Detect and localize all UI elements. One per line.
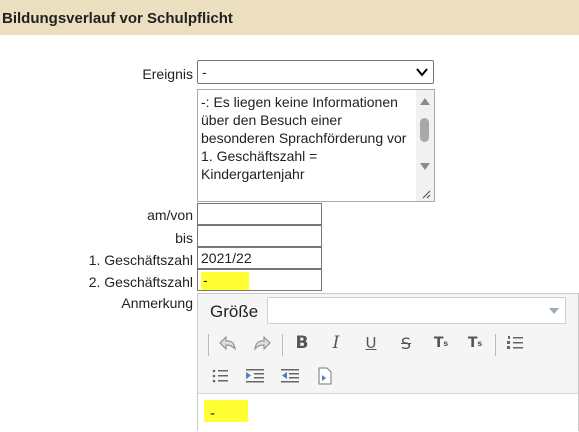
italic-icon[interactable]: I: [324, 331, 348, 355]
editor-content-area[interactable]: -: [198, 393, 578, 432]
section-header: Bildungsverlauf vor Schulpflicht: [0, 0, 579, 35]
insert-template-icon[interactable]: [313, 364, 337, 388]
toolbar-separator: [282, 334, 283, 356]
undo-icon[interactable]: [216, 331, 240, 355]
scroll-thumb[interactable]: [420, 118, 429, 142]
resize-grip-icon[interactable]: [419, 187, 431, 199]
editor-toolbar-row-1: B I U S Ts Ts: [198, 331, 578, 359]
anmerkung-label: Anmerkung: [121, 295, 193, 311]
font-size-label: Größe: [210, 302, 259, 321]
anmerkung-editor[interactable]: Größe B I U S Ts Ts -: [197, 293, 579, 432]
indent-icon[interactable]: [243, 364, 267, 388]
scroll-up-icon[interactable]: [420, 97, 430, 105]
chevron-down-icon: [416, 68, 428, 77]
bis-label: bis: [175, 230, 193, 246]
ereignis-select[interactable]: -: [197, 60, 434, 84]
underline-icon[interactable]: U: [359, 331, 383, 355]
ereignis-selected-value: -: [202, 64, 207, 80]
am-von-label: am/von: [147, 207, 193, 223]
redo-icon[interactable]: [250, 331, 274, 355]
font-size-select[interactable]: [267, 297, 566, 324]
outdent-icon[interactable]: [278, 364, 302, 388]
strikethrough-icon[interactable]: S: [394, 331, 418, 355]
description-text: -: Es liegen keine Informationen über de…: [201, 94, 407, 182]
superscript-icon[interactable]: Ts: [463, 331, 487, 355]
gz2-input[interactable]: -: [197, 269, 322, 291]
am-von-input[interactable]: [197, 203, 322, 225]
dropdown-arrow-icon: [549, 308, 559, 314]
description-scrollbar[interactable]: [416, 90, 434, 201]
gz1-label: 1. Geschäftszahl: [88, 252, 193, 268]
editor-toolbar-row-2: [198, 364, 578, 392]
ereignis-description[interactable]: -: Es liegen keine Informationen über de…: [197, 89, 435, 202]
bis-input[interactable]: [197, 225, 322, 247]
scroll-down-icon[interactable]: [420, 163, 430, 171]
ordered-list-icon[interactable]: [503, 331, 527, 355]
editor-content-text: -: [204, 400, 248, 422]
toolbar-separator: [208, 334, 209, 356]
bold-icon[interactable]: B: [290, 331, 314, 355]
toolbar-separator: [495, 334, 496, 356]
subscript-icon[interactable]: Ts: [429, 331, 453, 355]
gz2-value: -: [201, 272, 249, 290]
gz2-label: 2. Geschäftszahl: [88, 274, 193, 290]
ereignis-label: Ereignis: [142, 66, 193, 82]
bullet-list-icon[interactable]: [208, 364, 232, 388]
gz1-input[interactable]: 2021/22: [197, 247, 322, 269]
